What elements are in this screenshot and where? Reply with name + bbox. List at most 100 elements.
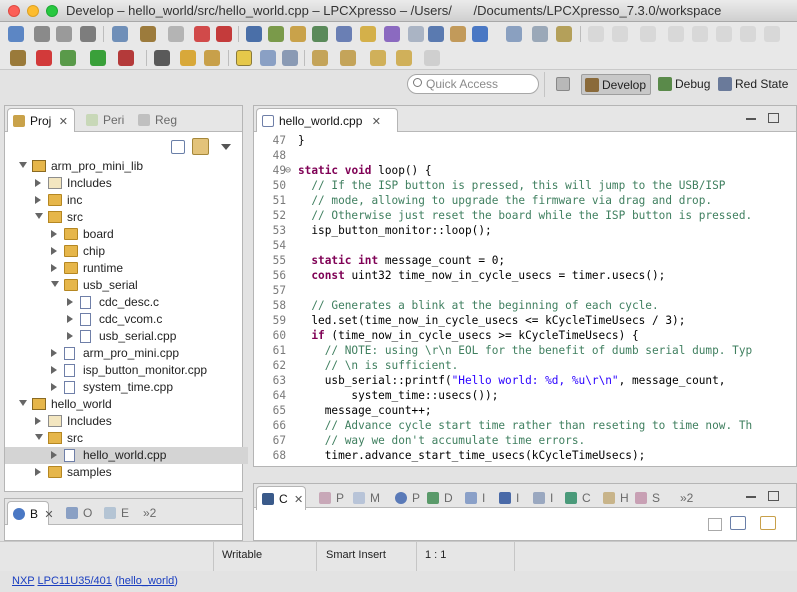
collapsed-arrow-icon[interactable]	[35, 468, 41, 476]
tree-item[interactable]: src	[5, 430, 248, 447]
tree-item[interactable]: isp_button_monitor.cpp	[5, 362, 248, 379]
tab-debugger-console[interactable]: D	[422, 486, 456, 510]
tree-item[interactable]: chip	[5, 243, 248, 260]
quick-access-input[interactable]: Quick Access	[407, 74, 539, 94]
tab-breakpoints[interactable]: B ✕	[7, 501, 54, 525]
tab-properties[interactable]: P	[390, 486, 422, 510]
close-icon[interactable]: ✕	[59, 116, 68, 128]
binary-icon[interactable]	[168, 26, 184, 42]
expanded-arrow-icon[interactable]	[35, 213, 43, 219]
tab-console[interactable]: C ✕	[256, 486, 306, 510]
tree-item[interactable]: inc	[5, 192, 248, 209]
save-icon[interactable]	[34, 26, 50, 42]
tree-item[interactable]: runtime	[5, 260, 248, 277]
step-over-icon[interactable]	[612, 26, 628, 42]
close-icon[interactable]: ✕	[44, 509, 53, 521]
tab-overflow[interactable]: »2	[672, 486, 708, 510]
tree-item[interactable]: usb_serial	[5, 277, 248, 294]
tab-search[interactable]: S	[630, 486, 662, 510]
maximize-icon[interactable]	[768, 113, 779, 123]
prev-annotation-icon[interactable]	[340, 50, 356, 66]
close-icon[interactable]: ✕	[372, 116, 381, 128]
tab-image-info[interactable]: I	[494, 486, 524, 510]
boot-icon[interactable]	[216, 26, 232, 42]
tree-item[interactable]: arm_pro_mini.cpp	[5, 345, 248, 362]
tree-item[interactable]: hello_world.cpp	[5, 447, 248, 464]
step-return-icon[interactable]	[640, 26, 656, 42]
home-icon[interactable]	[450, 26, 466, 42]
tab-expressions[interactable]: E	[99, 501, 137, 525]
minimize-icon[interactable]	[746, 118, 756, 120]
fold-toggle-icon[interactable]: ⊖	[285, 163, 291, 178]
tab-overflow[interactable]: »2	[135, 501, 171, 525]
disconnect-icon[interactable]	[740, 26, 756, 42]
zoom-window-button[interactable]	[46, 5, 58, 17]
close-icon[interactable]: ✕	[294, 494, 303, 506]
tree-item[interactable]: board	[5, 226, 248, 243]
tab-peripherals[interactable]: Peri	[81, 108, 137, 132]
terminal-icon[interactable]	[154, 50, 170, 66]
collapsed-arrow-icon[interactable]	[67, 332, 73, 340]
display-console-icon[interactable]	[730, 516, 746, 530]
resume-icon[interactable]	[668, 26, 684, 42]
expanded-arrow-icon[interactable]	[51, 281, 59, 287]
collapsed-arrow-icon[interactable]	[67, 298, 73, 306]
vendor-link[interactable]: NXP	[12, 575, 34, 587]
cpu-icon[interactable]	[408, 26, 424, 42]
step-icon[interactable]	[556, 26, 572, 42]
tab-heap[interactable]: H	[598, 486, 630, 510]
view-menu-icon[interactable]	[221, 144, 231, 150]
perspective-red-state[interactable]: Red State	[715, 74, 792, 95]
expanded-arrow-icon[interactable]	[19, 162, 27, 168]
chip-icon[interactable]	[336, 26, 352, 42]
tab-call-hierarchy[interactable]: C	[560, 486, 596, 510]
collapsed-arrow-icon[interactable]	[51, 366, 57, 374]
tree-item[interactable]: Includes	[5, 413, 248, 430]
tab-project-explorer[interactable]: Proj ✕	[7, 108, 75, 132]
tab-registers[interactable]: Reg	[133, 108, 193, 132]
next-annotation-icon[interactable]	[312, 50, 328, 66]
tree-item[interactable]: samples	[5, 464, 248, 481]
lightning-icon[interactable]	[360, 26, 376, 42]
back-icon[interactable]	[370, 50, 386, 66]
collapsed-arrow-icon[interactable]	[51, 264, 57, 272]
collapsed-arrow-icon[interactable]	[51, 247, 57, 255]
tab-problems[interactable]: P	[314, 486, 346, 510]
print-icon[interactable]	[80, 26, 96, 42]
run-icon[interactable]	[90, 50, 106, 66]
forward-disabled-icon[interactable]	[424, 50, 440, 66]
collapsed-arrow-icon[interactable]	[35, 417, 41, 425]
tab-outline[interactable]: O	[61, 501, 99, 525]
minimize-window-button[interactable]	[27, 5, 39, 17]
collapsed-arrow-icon[interactable]	[51, 230, 57, 238]
forward-arrow-icon[interactable]	[396, 50, 412, 66]
tab-memory[interactable]: M	[348, 486, 382, 510]
new-icon[interactable]	[8, 26, 24, 42]
collapsed-arrow-icon[interactable]	[51, 451, 57, 459]
tree-item[interactable]: cdc_desc.c	[5, 294, 248, 311]
terminate-icon[interactable]	[472, 26, 488, 42]
device-link[interactable]: LPC11U35/401	[37, 575, 111, 587]
search-folder-icon[interactable]	[204, 50, 220, 66]
tree-item[interactable]: system_time.cpp	[5, 379, 248, 396]
collapsed-arrow-icon[interactable]	[35, 196, 41, 204]
tree-item[interactable]: hello_world	[5, 396, 248, 413]
restart-icon[interactable]	[764, 26, 780, 42]
outline-icon[interactable]	[260, 50, 276, 66]
highlight-icon[interactable]	[236, 50, 252, 66]
step-into-icon[interactable]	[588, 26, 604, 42]
tab-instruction-trace[interactable]: I	[528, 486, 558, 510]
skip-breakpoints-icon[interactable]	[506, 26, 522, 42]
collapsed-arrow-icon[interactable]	[51, 383, 57, 391]
flash-icon[interactable]	[384, 26, 400, 42]
perspective-develop[interactable]: Develop	[581, 74, 652, 95]
pin-console-icon[interactable]	[708, 518, 722, 531]
suspend-icon[interactable]	[692, 26, 708, 42]
maximize-icon[interactable]	[768, 491, 779, 501]
tab-hello-world-cpp[interactable]: hello_world.cpp ✕	[256, 108, 398, 132]
open-perspective-button[interactable]	[553, 74, 573, 95]
gear-icon[interactable]	[112, 26, 128, 42]
collapsed-arrow-icon[interactable]	[51, 349, 57, 357]
collapse-all-icon[interactable]	[171, 140, 185, 154]
save-all-icon[interactable]	[56, 26, 72, 42]
